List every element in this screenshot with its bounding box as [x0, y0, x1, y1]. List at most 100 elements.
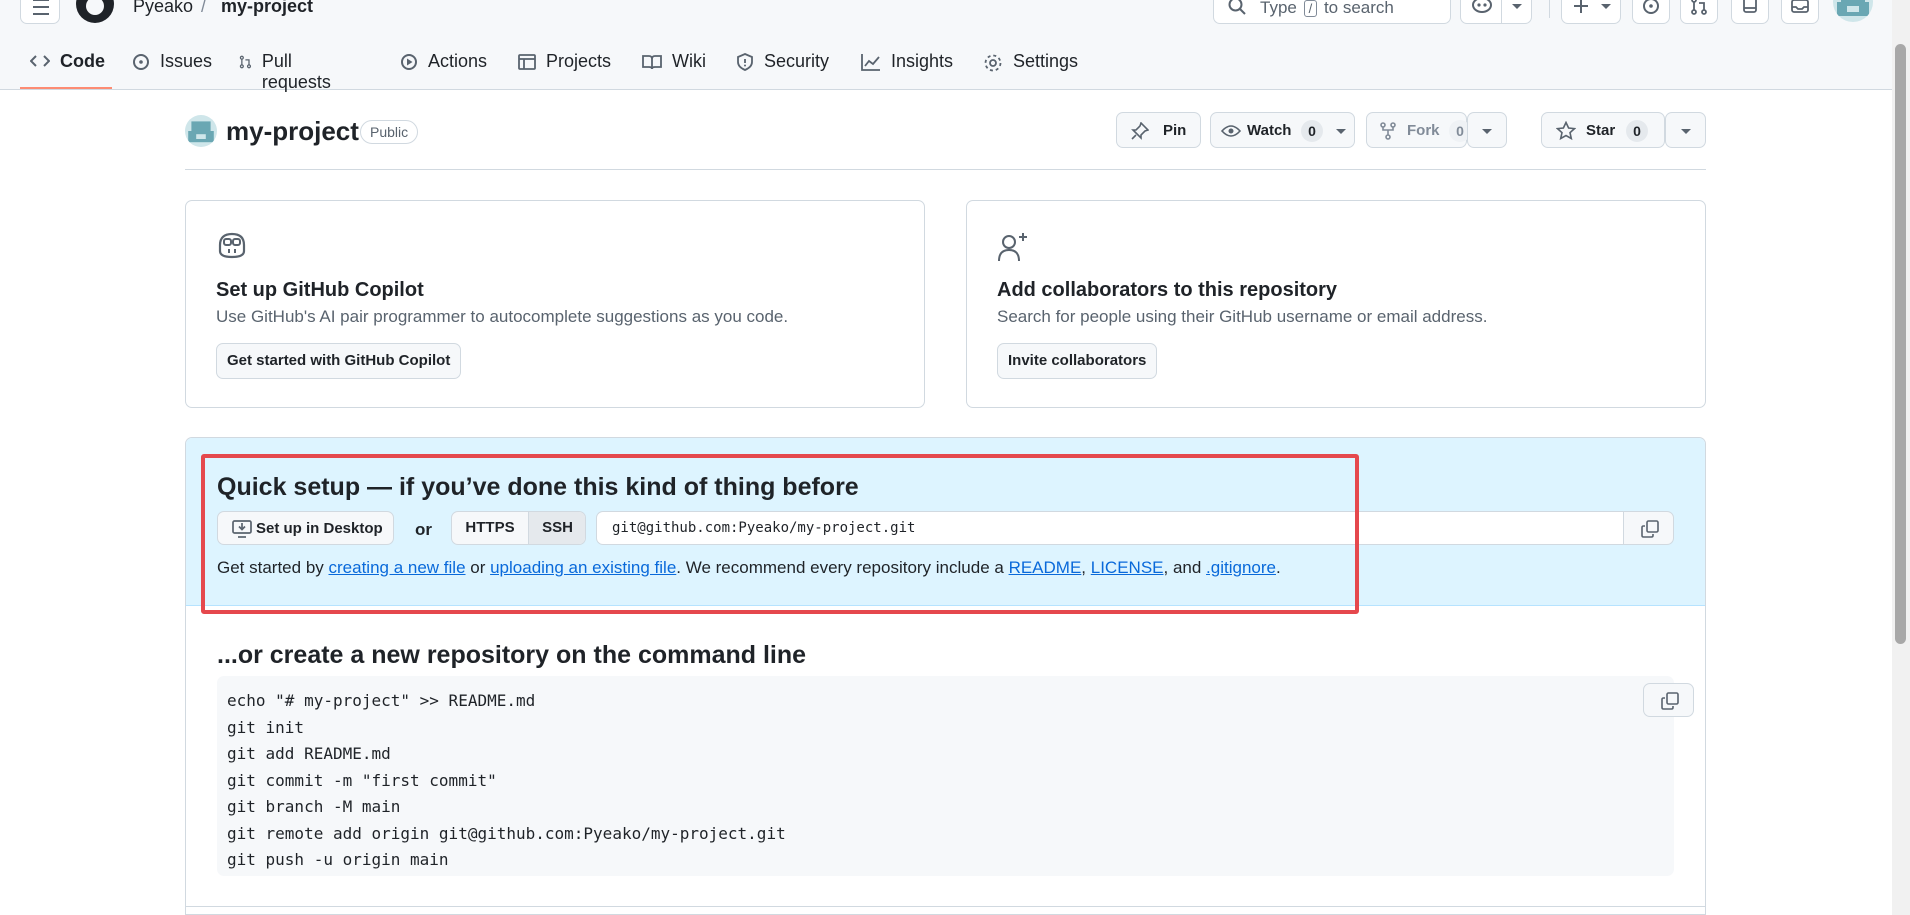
- copilot-menu-button[interactable]: [1460, 0, 1532, 24]
- section-divider: [186, 906, 1705, 907]
- book-icon: [642, 55, 662, 70]
- tab-settings[interactable]: Settings: [983, 46, 1078, 90]
- card-description: Search for people using their GitHub use…: [997, 307, 1488, 326]
- copilot-icon: [1472, 0, 1492, 13]
- invite-collaborators-button[interactable]: Invite collaborators: [997, 343, 1158, 379]
- inbox-button[interactable]: [1781, 0, 1819, 24]
- tab-security[interactable]: Security: [736, 46, 829, 90]
- instruction-text: . We recommend every repository include …: [676, 558, 1009, 577]
- repo-header: my-project Public Pin Watch 0 Fork 0 Sta…: [185, 110, 1706, 170]
- header-divider: [1549, 0, 1550, 18]
- selected-tab-indicator: [20, 87, 112, 89]
- create-new-button[interactable]: [1561, 0, 1621, 24]
- scrollbar-thumb[interactable]: [1895, 44, 1906, 644]
- gitignore-link[interactable]: .gitignore: [1206, 558, 1276, 577]
- license-link[interactable]: LICENSE: [1091, 558, 1164, 577]
- breadcrumb-repo[interactable]: my-project: [221, 0, 313, 17]
- star-button[interactable]: Star 0: [1541, 112, 1665, 148]
- chevron-down-icon: [1601, 4, 1611, 9]
- tab-label: Issues: [160, 51, 213, 71]
- star-count: 0: [1626, 120, 1648, 142]
- tab-label: Pull requests: [261, 51, 331, 92]
- chevron-down-icon: [1512, 4, 1522, 9]
- breadcrumb-owner[interactable]: Pyeako: [133, 0, 193, 17]
- quick-setup-section: Quick setup — if you’ve done this kind o…: [186, 438, 1705, 606]
- tab-pull-requests[interactable]: Pull requests: [239, 46, 336, 92]
- tab-wiki[interactable]: Wiki: [642, 46, 706, 90]
- watch-count: 0: [1301, 120, 1323, 142]
- github-logo-icon[interactable]: [75, 0, 115, 24]
- copilot-icon: [218, 232, 246, 259]
- watch-button[interactable]: Watch 0: [1210, 112, 1355, 148]
- tab-actions[interactable]: Actions: [400, 46, 487, 90]
- issue-icon: [133, 54, 149, 70]
- command-line-code-block: echo "# my-project" >> README.md git ini…: [217, 676, 1694, 876]
- clone-url-input[interactable]: [596, 511, 1647, 545]
- card-description: Use GitHub's AI pair programmer to autoc…: [216, 307, 789, 326]
- search-input[interactable]: Type / to search: [1213, 0, 1451, 24]
- watch-label: Watch: [1247, 122, 1292, 139]
- tab-code[interactable]: Code: [30, 46, 105, 90]
- tab-insights[interactable]: Insights: [861, 46, 953, 90]
- tab-label: Settings: [1013, 51, 1079, 71]
- create-new-file-link[interactable]: creating a new file: [329, 558, 466, 577]
- breadcrumb-separator: /: [201, 0, 207, 16]
- ssh-toggle[interactable]: SSH: [529, 512, 585, 544]
- repo-title[interactable]: my-project: [226, 116, 359, 147]
- fork-dropdown-button[interactable]: [1467, 112, 1507, 148]
- get-started-copilot-button[interactable]: Get started with GitHub Copilot: [216, 343, 462, 379]
- quick-setup-title: Quick setup — if you’ve done this kind o…: [217, 473, 859, 501]
- copy-commands-button[interactable]: [1643, 683, 1694, 717]
- setup-in-desktop-button[interactable]: Set up in Desktop: [217, 511, 394, 545]
- shield-icon: [737, 53, 753, 71]
- pin-label: Pin: [1163, 122, 1187, 139]
- copilot-card: Set up GitHub Copilot Use GitHub's AI pa…: [185, 200, 925, 408]
- upload-existing-file-link[interactable]: uploading an existing file: [490, 558, 676, 577]
- instruction-text: .: [1275, 558, 1281, 577]
- fork-icon: [1380, 122, 1396, 140]
- star-dropdown-button[interactable]: [1665, 112, 1706, 148]
- quick-setup-panel: Quick setup — if you’ve done this kind o…: [185, 437, 1706, 915]
- tab-label: Actions: [428, 51, 488, 71]
- pull-requests-shortcut-button[interactable]: [1680, 0, 1718, 24]
- copy-icon: [1661, 692, 1679, 710]
- tab-label: Insights: [891, 51, 954, 71]
- repositories-shortcut-button[interactable]: [1731, 0, 1769, 24]
- menu-button[interactable]: [20, 0, 60, 24]
- search-shortcut-key: /: [1303, 0, 1318, 17]
- chevron-down-icon: [1482, 129, 1492, 134]
- hamburger-line: [33, 0, 49, 1]
- graph-icon: [861, 54, 880, 71]
- code-icon: [30, 55, 50, 67]
- chevron-down-icon: [1336, 129, 1346, 134]
- search-suffix: to search: [1323, 0, 1394, 17]
- person-add-icon: [998, 233, 1027, 262]
- issues-shortcut-button[interactable]: [1632, 0, 1670, 24]
- card-title: Set up GitHub Copilot: [216, 279, 424, 301]
- https-toggle[interactable]: HTTPS: [452, 512, 528, 544]
- tab-projects[interactable]: Projects: [518, 46, 611, 90]
- copy-icon: [1641, 520, 1659, 538]
- search-placeholder: Type / to search: [1260, 0, 1394, 18]
- app-header: Pyeako / my-project Type / to search Cod…: [0, 0, 1892, 92]
- tab-issues[interactable]: Issues: [132, 46, 212, 90]
- desktop-download-icon: [232, 520, 252, 538]
- button-label: Set up in Desktop: [256, 520, 383, 537]
- pin-button[interactable]: Pin: [1116, 112, 1201, 148]
- copy-url-button[interactable]: [1623, 511, 1674, 545]
- button-divider: [1501, 0, 1502, 23]
- star-label: Star: [1586, 122, 1616, 139]
- instruction-text: Get started by: [217, 558, 329, 577]
- command-line-code: echo "# my-project" >> README.md git ini…: [227, 691, 786, 869]
- command-line-title: ...or create a new repository on the com…: [217, 641, 807, 669]
- pull-request-icon: [239, 55, 252, 69]
- issue-icon: [1643, 0, 1659, 14]
- readme-link[interactable]: README: [1009, 558, 1082, 577]
- user-avatar[interactable]: [1833, 0, 1873, 22]
- instruction-text: , and: [1163, 558, 1207, 577]
- instruction-text: or: [465, 558, 491, 577]
- eye-icon: [1221, 125, 1241, 137]
- visibility-badge: Public: [360, 120, 419, 144]
- fork-button[interactable]: Fork 0: [1366, 112, 1471, 148]
- protocol-selector: HTTPS SSH: [451, 511, 586, 545]
